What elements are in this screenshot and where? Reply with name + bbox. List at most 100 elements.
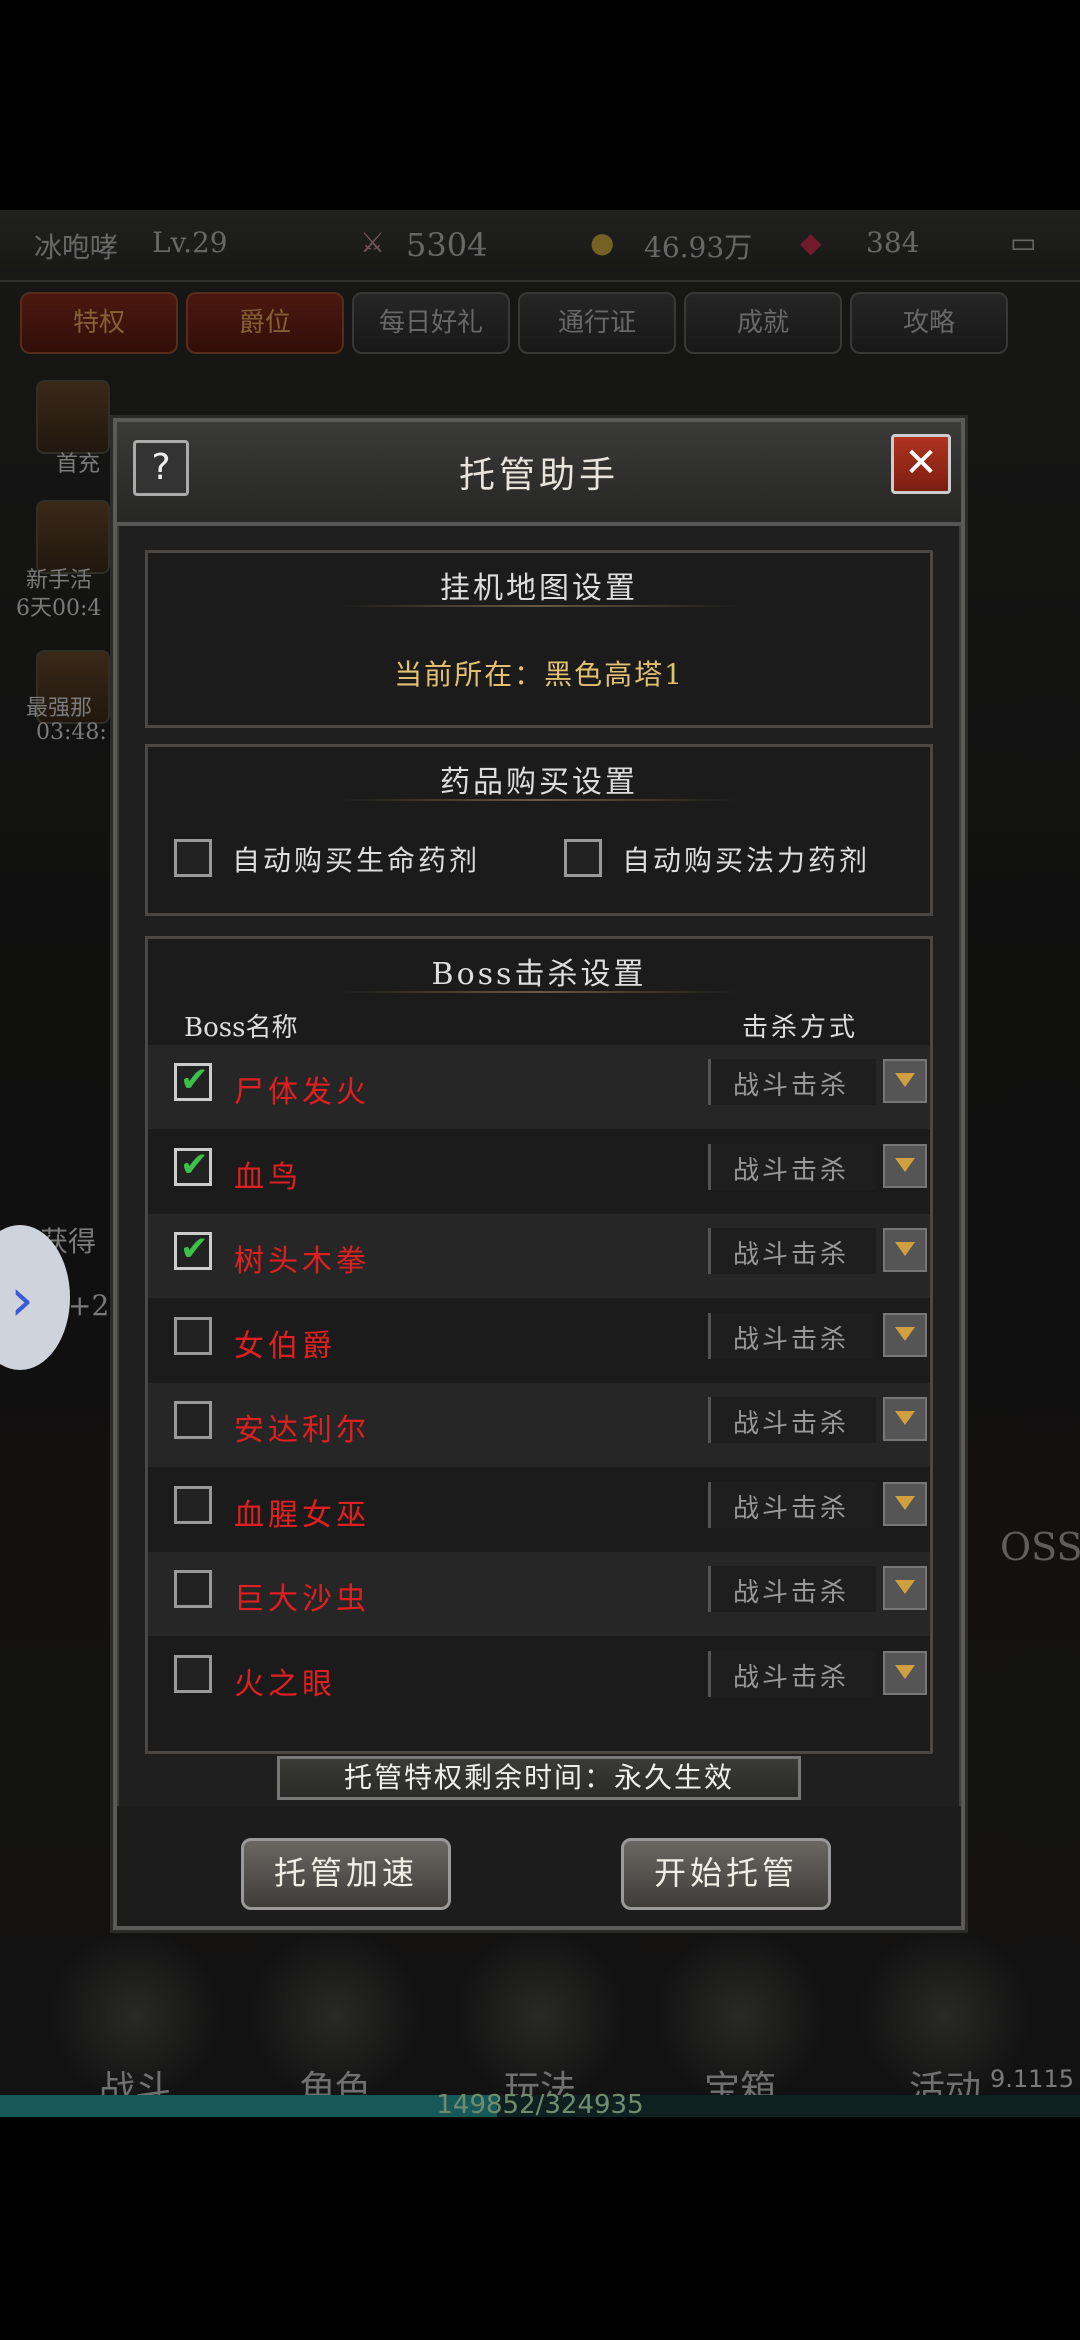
- boss-name: 尸体发火: [234, 1075, 370, 1110]
- boss-checkbox[interactable]: [174, 1654, 212, 1693]
- sword-icon: ⚔: [360, 226, 386, 259]
- dropdown-arrow-icon[interactable]: [883, 1397, 927, 1441]
- kill-method-value: 战斗击杀: [733, 1409, 850, 1439]
- boss-row: 血腥女巫 战斗击杀: [148, 1468, 930, 1552]
- boss-name: 树头木拳: [234, 1244, 370, 1279]
- close-button[interactable]: ✕: [891, 434, 951, 494]
- top-menu: 特权 爵位 每日好礼 通行证 成就 攻略: [10, 292, 1070, 356]
- gem-icon: ◆: [800, 226, 822, 259]
- kill-method-select[interactable]: 战斗击杀: [708, 1397, 876, 1443]
- menu-nobility[interactable]: 爵位: [186, 292, 344, 354]
- mp-potion-checkbox[interactable]: [564, 839, 602, 877]
- version-text: 9.1115: [990, 2065, 1074, 2093]
- kill-method-select[interactable]: 战斗击杀: [708, 1481, 876, 1528]
- auto-host-dialog: ? 托管助手 ✕ 挂机地图设置 当前所在：黑色高塔1 药品购买设置 自动购买生命…: [113, 418, 965, 1930]
- boss-name: 火之眼: [234, 1666, 336, 1702]
- divider: [338, 605, 738, 607]
- boss-row: ✔ 树头木拳 战斗击杀: [148, 1214, 930, 1298]
- mp-potion-label: 自动购买法力药剂: [622, 844, 871, 877]
- menu-daily-gift[interactable]: 每日好礼: [352, 292, 510, 354]
- divider: [338, 799, 738, 801]
- kill-method-value: 战斗击杀: [733, 1662, 850, 1693]
- checkmark-icon: ✔: [180, 1229, 209, 1269]
- kill-method-header: 击杀方式: [742, 1013, 859, 1043]
- kill-method-value: 战斗击杀: [733, 1240, 850, 1270]
- menu-guide[interactable]: 攻略: [850, 292, 1008, 354]
- start-host-button[interactable]: 开始托管: [621, 1838, 831, 1910]
- hp-potion-checkbox[interactable]: [174, 839, 212, 877]
- boss-checkbox[interactable]: ✔: [174, 1144, 212, 1186]
- first-recharge-icon[interactable]: [36, 380, 110, 454]
- dropdown-arrow-icon[interactable]: [883, 1650, 927, 1695]
- dialog-footer: 托管加速 开始托管: [117, 1806, 961, 1926]
- menu-pass[interactable]: 通行证: [518, 292, 676, 354]
- dialog-title: 托管助手: [458, 455, 619, 496]
- kill-method-select[interactable]: 战斗击杀: [708, 1228, 876, 1274]
- potion-section-title: 药品购买设置: [440, 765, 638, 800]
- boss-checkbox[interactable]: [174, 1570, 212, 1608]
- boss-name: 安达利尔: [234, 1413, 370, 1448]
- kill-method-select[interactable]: 战斗击杀: [708, 1312, 876, 1359]
- side-label-strongest: 最强那: [26, 696, 93, 721]
- boss-section-title: Boss击杀设置: [431, 957, 647, 992]
- boss-checkbox[interactable]: [174, 1316, 212, 1355]
- boss-row: ✔ 血鸟 战斗击杀: [148, 1130, 930, 1214]
- boss-name: 女伯爵: [234, 1328, 336, 1364]
- checkmark-icon: ✔: [180, 1060, 209, 1100]
- dropdown-arrow-icon[interactable]: [883, 1312, 927, 1357]
- nav-gameplay[interactable]: 玩法: [455, 1930, 625, 2110]
- nav-character[interactable]: 角色: [250, 1930, 420, 2110]
- player-status-bar: 冰咆哮 Lv.29 ⚔ 5304 ● 46.93万 ◆ 384 ▭: [0, 210, 1080, 282]
- menu-privilege[interactable]: 特权: [20, 292, 178, 354]
- boss-name: 血腥女巫: [234, 1497, 370, 1533]
- gold-icon: ●: [590, 226, 615, 259]
- map-section-title: 挂机地图设置: [440, 571, 638, 606]
- menu-achievement[interactable]: 成就: [684, 292, 842, 354]
- map-settings-section: 挂机地图设置 当前所在：黑色高塔1: [145, 550, 933, 728]
- nav-chest[interactable]: 宝箱: [655, 1930, 825, 2110]
- boss-name: 血鸟: [234, 1159, 302, 1195]
- boss-checkbox[interactable]: ✔: [174, 1229, 212, 1270]
- boss-name: 巨大沙虫: [234, 1582, 370, 1617]
- kill-method-select[interactable]: 战斗击杀: [708, 1566, 876, 1612]
- dialog-header: ? 托管助手 ✕: [117, 422, 961, 526]
- combat-power: 5304: [406, 226, 488, 264]
- boss-checkbox[interactable]: ✔: [174, 1060, 212, 1101]
- kill-method-value: 战斗击杀: [733, 1324, 850, 1355]
- boss-row: 女伯爵 战斗击杀: [148, 1299, 930, 1383]
- checkmark-icon: ✔: [180, 1144, 209, 1185]
- kill-method-value: 战斗击杀: [733, 1071, 850, 1101]
- boss-row: 巨大沙虫 战斗击杀: [148, 1552, 930, 1636]
- boss-checkbox[interactable]: [174, 1485, 212, 1524]
- privilege-timer: 托管特权剩余时间：永久生效: [277, 1756, 801, 1800]
- kill-method-value: 战斗击杀: [733, 1493, 850, 1524]
- chat-icon[interactable]: ▭: [1010, 226, 1036, 259]
- side-label-timer2: 03:48:: [36, 720, 107, 745]
- kill-method-value: 战斗击杀: [733, 1155, 850, 1186]
- bottom-nav: 战斗 角色 玩法 宝箱 活动: [0, 1910, 1080, 2110]
- gold-amount: 46.93万: [644, 231, 753, 264]
- potion-settings-section: 药品购买设置 自动购买生命药剂 自动购买法力药剂: [145, 744, 933, 916]
- side-label-first: 首充: [56, 452, 101, 477]
- dropdown-arrow-icon[interactable]: [883, 1059, 927, 1103]
- boss-settings-section: Boss击杀设置 Boss名称 击杀方式 ✔ 尸体发火 战斗击杀 ✔ 血鸟 战斗击杀 ✔ 树头…: [145, 936, 933, 1754]
- speed-up-button[interactable]: 托管加速: [241, 1838, 451, 1910]
- current-location: 当前所在：黑色高塔1: [394, 658, 684, 691]
- boss-row: 安达利尔 战斗击杀: [148, 1383, 930, 1467]
- boss-side-label: OSS: [1000, 1525, 1080, 1569]
- kill-method-select[interactable]: 战斗击杀: [708, 1059, 876, 1105]
- hp-potion-label: 自动购买生命药剂: [232, 844, 481, 877]
- dropdown-arrow-icon[interactable]: [883, 1481, 927, 1526]
- dropdown-arrow-icon[interactable]: [883, 1566, 927, 1610]
- boss-row: ✔ 尸体发火 战斗击杀: [148, 1045, 930, 1129]
- xp-text: 149852/324935: [436, 2090, 644, 2120]
- kill-method-select[interactable]: 战斗击杀: [708, 1650, 876, 1697]
- boss-name-header: Boss名称: [184, 1013, 298, 1043]
- dropdown-arrow-icon[interactable]: [883, 1228, 927, 1272]
- dropdown-arrow-icon[interactable]: [883, 1143, 927, 1188]
- boss-checkbox[interactable]: [174, 1401, 212, 1439]
- gem-amount: 384: [866, 226, 920, 259]
- nav-battle[interactable]: 战斗: [50, 1930, 220, 2110]
- side-label-timer1: 6天00:4: [16, 596, 102, 621]
- kill-method-select[interactable]: 战斗击杀: [708, 1143, 876, 1190]
